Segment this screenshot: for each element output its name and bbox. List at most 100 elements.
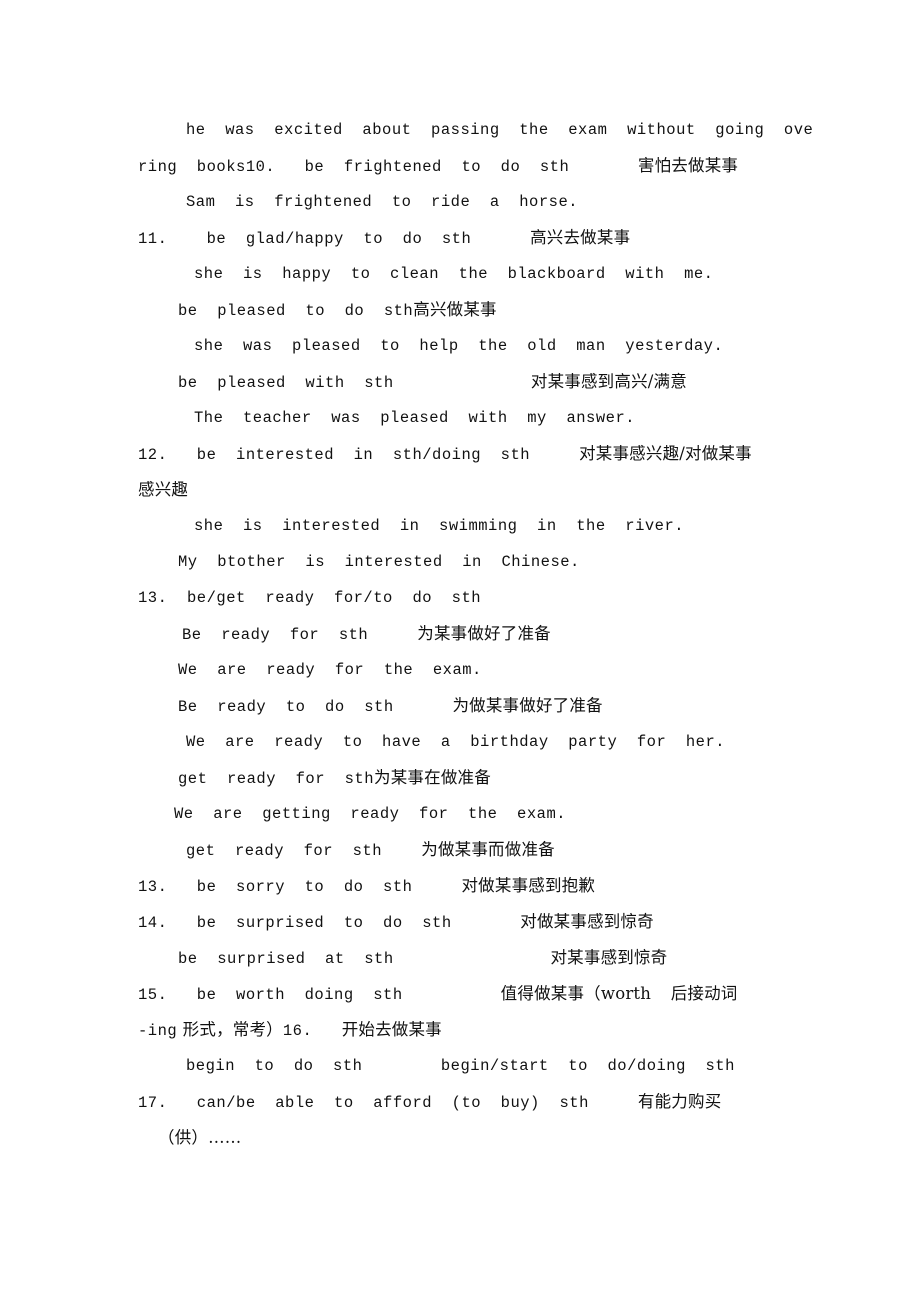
english-text-run: The teacher was pleased with my answer. [194,409,636,427]
chinese-text-run: 为做某事而做准备 [421,840,555,859]
document-text-body: he was excited about passing the exam wi… [138,112,813,1156]
english-text-run: We are ready to have a birthday party fo… [186,733,726,751]
english-text-run: be glad/happy to do sth [167,230,472,248]
english-text-run: get ready for sth [186,842,383,860]
text-line: We are ready to have a birthday party fo… [138,724,786,760]
text-line: 17. can/be able to afford (to buy) sth 有… [138,1084,786,1120]
chinese-text-run: 有能力购买 [637,1092,722,1111]
list-number: 12. [138,446,168,464]
english-text-run [362,1048,440,1084]
text-line: be pleased to do sth高兴做某事 [138,292,786,328]
english-text-run [312,1013,341,1049]
english-text-run: she is happy to clean the blackboard wit… [194,265,714,283]
english-text-run [569,149,638,185]
text-line: 13. be sorry to do sth 对做某事感到抱歉 [138,868,786,904]
list-number: 13. [138,878,168,896]
english-text-run: get ready for sth [178,770,375,788]
english-text-run: ring books10. be frightened to do sth [138,158,570,176]
text-line: 11. be glad/happy to do sth 高兴去做某事 [138,220,786,256]
english-text-run: can/be able to afford (to buy) sth [167,1094,589,1112]
chinese-text-run: 对做某事感到抱歉 [461,876,596,895]
english-text-run: be interested in sth/doing sth [167,446,531,464]
text-line: she was pleased to help the old man yest… [138,328,786,364]
english-text-run: she was pleased to help the old man yest… [194,337,724,355]
text-line: be pleased with sth 对某事感到高兴/满意 [138,364,786,400]
english-text-run [394,365,531,401]
text-line: she is interested in swimming in the riv… [138,508,786,544]
text-line: get ready for sth 为做某事而做准备 [138,832,786,868]
text-line: she is happy to clean the blackboard wit… [138,256,786,292]
text-line: Be ready to do sth 为做某事做好了准备 [138,688,786,724]
text-line: Be ready for sth 为某事做好了准备 [138,616,786,652]
text-line: We are ready for the exam. [138,652,786,688]
english-text-run [471,221,530,257]
english-text-run: Be ready for sth [182,626,369,644]
chinese-text-run: 感兴趣 [138,480,189,499]
english-text-run [368,617,417,653]
english-text-run: -ing [138,1022,178,1040]
list-number: 15. [138,986,168,1004]
text-line: -ing 形式，常考）16. 开始去做某事 [138,1012,786,1048]
english-text-run: be pleased to do sth [178,302,414,320]
text-line: 感兴趣 [138,472,786,508]
text-line: （供）…… [138,1120,786,1156]
english-text-run [530,437,579,473]
english-text-run: Be ready to do sth [178,698,394,716]
english-text-run: be/get ready for/to do sth [167,589,482,607]
english-text-run: We are ready for the exam. [178,661,482,679]
text-line: begin to do sth begin/start to do/doing … [138,1048,786,1084]
text-line: We are getting ready for the exam. [138,796,786,832]
chinese-text-run: 为某事在做准备 [374,768,491,787]
list-number: 13. [138,589,168,607]
chinese-text-run: 开始去做某事 [341,1020,442,1039]
english-text-run: be pleased with sth [178,374,394,392]
chinese-text-run: 对某事感到高兴/满意 [530,372,687,391]
english-text-run: be worth doing sth [167,986,403,1004]
chinese-text-run: 为某事做好了准备 [417,624,551,643]
english-text-run [403,977,501,1013]
text-line: The teacher was pleased with my answer. [138,400,786,436]
chinese-text-run: 为做某事做好了准备 [452,696,603,715]
english-text-run: Sam is frightened to ride a horse. [186,193,579,211]
list-number: 11. [138,230,168,248]
text-line: ring books10. be frightened to do sth 害怕… [138,148,786,184]
text-line: 12. be interested in sth/doing sth 对某事感兴… [138,436,786,472]
text-line: he was excited about passing the exam wi… [138,112,813,148]
chinese-text-run: （供）…… [158,1128,242,1147]
chinese-text-run: 高兴去做某事 [530,228,631,247]
chinese-text-run: 值得做某事（worth [500,984,652,1003]
english-text-run: he was excited about passing the exam wi… [186,121,814,139]
chinese-text-run: 高兴做某事 [413,300,497,319]
text-line: My btother is interested in Chinese. [138,544,786,580]
chinese-text-run: 后接动词 [670,984,738,1003]
document-page: he was excited about passing the exam wi… [0,0,920,1302]
text-line: 14. be surprised to do sth 对做某事感到惊奇 [138,904,786,940]
english-text-run: she is interested in swimming in the riv… [194,517,685,535]
chinese-text-run: 对某事感兴趣/对做某事 [579,444,752,463]
english-text-run [651,977,671,1013]
english-text-run [412,869,461,905]
english-text-run: be surprised to do sth [167,914,452,932]
text-line: 13. be/get ready for/to do sth [138,580,786,616]
list-number: 16. [282,1022,313,1040]
list-number: 14. [138,914,168,932]
english-text-run: begin/start to do/doing sth [440,1057,735,1075]
english-text-run [394,941,551,977]
english-text-run [589,1085,638,1121]
english-text-run: begin to do sth [186,1057,363,1075]
chinese-text-run: 对做某事感到惊奇 [520,912,654,931]
english-text-run: be surprised at sth [178,950,394,968]
english-text-run: be sorry to do sth [167,878,413,896]
text-line: get ready for sth为某事在做准备 [138,760,786,796]
chinese-text-run: 对某事感到惊奇 [550,948,668,967]
chinese-text-run: 形式，常考） [177,1020,283,1039]
english-text-run: We are getting ready for the exam. [174,805,567,823]
english-text-run [382,833,421,869]
text-line: Sam is frightened to ride a horse. [138,184,786,220]
list-number: 17. [138,1094,168,1112]
text-line: 15. be worth doing sth 值得做某事（worth 后接动词 [138,976,786,1012]
chinese-text-run: 害怕去做某事 [637,156,739,175]
english-text-run [452,905,521,941]
text-line: be surprised at sth 对某事感到惊奇 [138,940,786,976]
english-text-run: My btother is interested in Chinese. [178,553,580,571]
